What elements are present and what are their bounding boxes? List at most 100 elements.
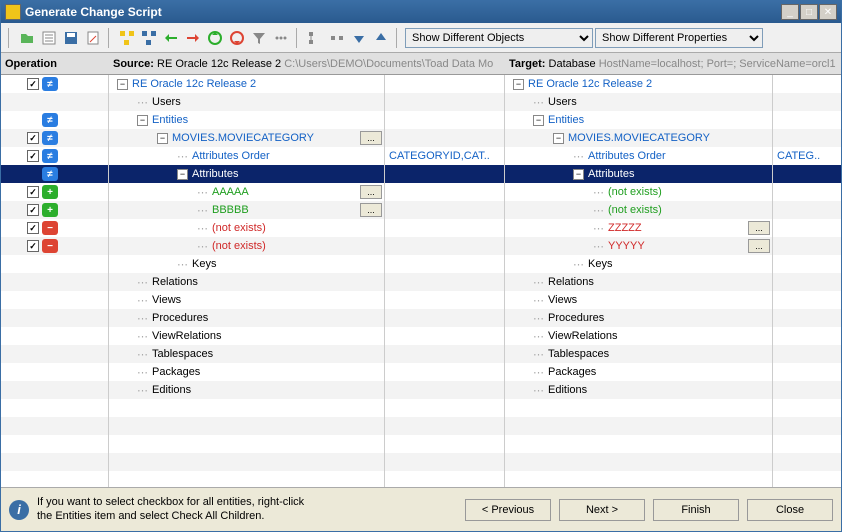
expander-icon[interactable]: − [117, 79, 128, 90]
filter-icon[interactable] [249, 28, 269, 48]
rev-red-icon[interactable] [227, 28, 247, 48]
tree-node-label[interactable]: MOVIES.MOVIECATEGORY [568, 132, 710, 144]
row-checkbox[interactable] [27, 150, 39, 162]
source-row[interactable]: −RE Oracle 12c Release 2 [109, 75, 384, 93]
source-row[interactable]: ⋯BBBBB... [109, 201, 384, 219]
tree-node-label[interactable]: Keys [192, 258, 216, 270]
target-row[interactable]: ⋯Tablespaces [505, 345, 772, 363]
open-icon[interactable] [17, 28, 37, 48]
source-row[interactable]: ⋯Views [109, 291, 384, 309]
tree-node-label[interactable]: Procedures [152, 312, 208, 324]
up-arrow-icon[interactable] [371, 28, 391, 48]
source-row[interactable] [109, 453, 384, 471]
tree-node-label[interactable]: MOVIES.MOVIECATEGORY [172, 132, 314, 144]
rev-green-icon[interactable] [205, 28, 225, 48]
target-row[interactable]: ⋯Relations [505, 273, 772, 291]
tree-node-label[interactable]: ViewRelations [152, 330, 222, 342]
target-row[interactable] [505, 453, 772, 471]
source-row[interactable]: −Attributes [109, 165, 384, 183]
expander-icon[interactable]: − [513, 79, 524, 90]
target-row[interactable]: −Attributes [505, 165, 772, 183]
source-row[interactable]: ⋯Keys [109, 255, 384, 273]
tree-node-label[interactable]: Entities [152, 114, 188, 126]
tree-node-label[interactable]: Relations [152, 276, 198, 288]
row-checkbox[interactable] [27, 186, 39, 198]
titlebar[interactable]: Generate Change Script _ □ ✕ [1, 1, 841, 23]
tree-node-label[interactable]: Attributes [192, 168, 238, 180]
expander-icon[interactable]: − [573, 169, 584, 180]
source-row[interactable] [109, 399, 384, 417]
source-row[interactable]: ⋯Procedures [109, 309, 384, 327]
expander-icon[interactable]: − [553, 133, 564, 144]
source-row[interactable]: −MOVIES.MOVIECATEGORY... [109, 129, 384, 147]
tree1-icon[interactable] [117, 28, 137, 48]
tree-node-label[interactable]: (not exists) [212, 222, 266, 234]
tree2-icon[interactable] [139, 28, 159, 48]
expander-icon[interactable]: − [137, 115, 148, 126]
source-row[interactable]: ⋯(not exists) [109, 219, 384, 237]
tree-node-label[interactable]: Users [152, 96, 181, 108]
tree-node-label[interactable]: YYYYY [608, 240, 645, 252]
minimize-button[interactable]: _ [781, 4, 799, 20]
source-row[interactable]: ⋯Attributes Order [109, 147, 384, 165]
tree-node-label[interactable]: RE Oracle 12c Release 2 [528, 78, 652, 90]
finish-button[interactable]: Finish [653, 499, 739, 521]
tree-node-label[interactable]: Attributes Order [588, 150, 666, 162]
tree-node-label[interactable]: Packages [548, 366, 596, 378]
close-button[interactable]: Close [747, 499, 833, 521]
target-row[interactable] [505, 417, 772, 435]
report-icon[interactable] [83, 28, 103, 48]
down-arrow-icon[interactable] [349, 28, 369, 48]
tree-node-label[interactable]: (not exists) [212, 240, 266, 252]
more-button[interactable]: ... [360, 185, 382, 199]
target-row[interactable] [505, 435, 772, 453]
target-row[interactable] [505, 399, 772, 417]
tree-node-label[interactable]: AAAAA [212, 186, 249, 198]
expander-icon[interactable]: − [177, 169, 188, 180]
target-row[interactable]: ⋯Packages [505, 363, 772, 381]
source-row[interactable]: ⋯(not exists) [109, 237, 384, 255]
previous-button[interactable]: < Previous [465, 499, 551, 521]
target-row[interactable]: ⋯Procedures [505, 309, 772, 327]
source-row[interactable]: ⋯ViewRelations [109, 327, 384, 345]
properties-combo[interactable]: Show Different Properties [595, 28, 763, 48]
more-button[interactable]: ... [360, 203, 382, 217]
source-row[interactable]: ⋯AAAAA... [109, 183, 384, 201]
save-icon[interactable] [61, 28, 81, 48]
source-row[interactable]: ⋯Tablespaces [109, 345, 384, 363]
target-row[interactable]: ⋯(not exists) [505, 183, 772, 201]
tree-node-label[interactable]: Views [152, 294, 181, 306]
target-row[interactable]: −RE Oracle 12c Release 2 [505, 75, 772, 93]
tree-node-label[interactable]: Editions [548, 384, 587, 396]
source-tree[interactable]: −RE Oracle 12c Release 2⋯Users−Entities−… [109, 75, 385, 487]
source-row[interactable]: ⋯Relations [109, 273, 384, 291]
swap-green-icon[interactable] [161, 28, 181, 48]
next-button[interactable]: Next > [559, 499, 645, 521]
tree-node-label[interactable]: Attributes [588, 168, 634, 180]
tree-node-label[interactable]: BBBBB [212, 204, 249, 216]
tree-node-label[interactable]: Keys [588, 258, 612, 270]
target-row[interactable]: ⋯Attributes Order [505, 147, 772, 165]
row-checkbox[interactable] [27, 204, 39, 216]
close-window-button[interactable]: ✕ [819, 4, 837, 20]
tree-node-label[interactable]: Attributes Order [192, 150, 270, 162]
target-row[interactable]: ⋯ViewRelations [505, 327, 772, 345]
tree-node-label[interactable]: Editions [152, 384, 191, 396]
collapse-icon[interactable] [327, 28, 347, 48]
target-tree[interactable]: −RE Oracle 12c Release 2⋯Users−Entities−… [505, 75, 773, 487]
target-row[interactable]: ⋯(not exists) [505, 201, 772, 219]
source-row[interactable]: −Entities [109, 111, 384, 129]
tree-node-label[interactable]: Views [548, 294, 577, 306]
source-row[interactable] [109, 435, 384, 453]
source-row[interactable]: ⋯Users [109, 93, 384, 111]
target-row[interactable]: ⋯Users [505, 93, 772, 111]
objects-combo[interactable]: Show Different Objects [405, 28, 593, 48]
expand-icon[interactable] [305, 28, 325, 48]
row-checkbox[interactable] [27, 132, 39, 144]
target-row[interactable]: ⋯Views [505, 291, 772, 309]
tree-node-label[interactable]: (not exists) [608, 204, 662, 216]
target-row[interactable]: ⋯Keys [505, 255, 772, 273]
row-checkbox[interactable] [27, 222, 39, 234]
target-row[interactable]: ⋯Editions [505, 381, 772, 399]
source-row[interactable]: ⋯Editions [109, 381, 384, 399]
